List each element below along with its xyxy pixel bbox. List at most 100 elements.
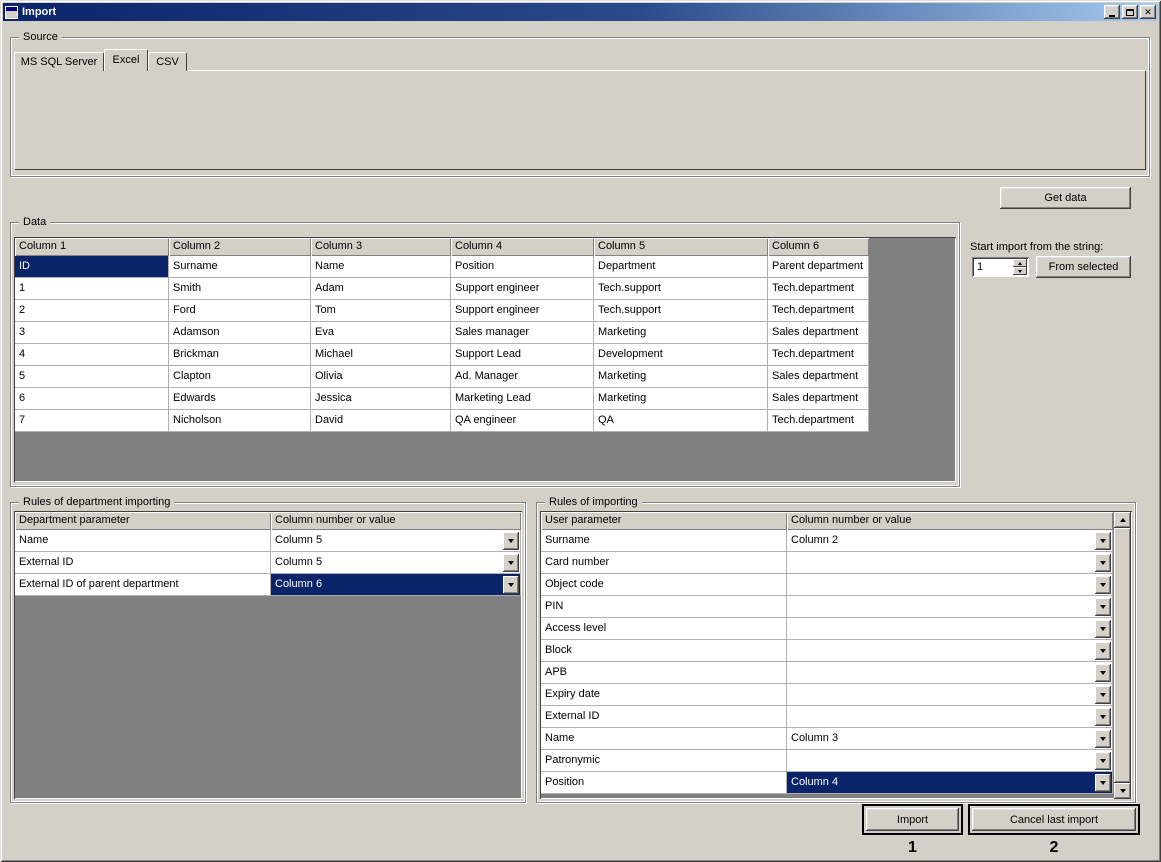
minimize-button[interactable] bbox=[1104, 5, 1120, 19]
rule-value-cell[interactable] bbox=[787, 618, 1113, 640]
table-cell[interactable]: Edwards bbox=[169, 388, 311, 410]
column-header[interactable]: Column 1 bbox=[15, 238, 169, 256]
table-cell[interactable]: David bbox=[311, 410, 451, 432]
table-cell[interactable]: Marketing bbox=[594, 388, 768, 410]
rule-value-cell[interactable] bbox=[787, 552, 1113, 574]
dropdown-button[interactable] bbox=[503, 576, 519, 594]
rule-param-cell[interactable]: Object code bbox=[541, 574, 787, 596]
table-cell[interactable]: Sales department bbox=[768, 322, 869, 344]
column-header[interactable]: Column 5 bbox=[594, 238, 768, 256]
get-data-button[interactable]: Get data bbox=[1000, 187, 1131, 209]
table-cell[interactable]: Development bbox=[594, 344, 768, 366]
rule-param-cell[interactable]: External ID of parent department bbox=[15, 574, 271, 596]
rule-value-cell[interactable] bbox=[787, 684, 1113, 706]
rule-value-cell[interactable] bbox=[787, 596, 1113, 618]
table-cell[interactable]: ID bbox=[15, 256, 169, 278]
table-cell[interactable]: Smith bbox=[169, 278, 311, 300]
dropdown-button[interactable] bbox=[1095, 774, 1111, 792]
table-cell[interactable]: Marketing bbox=[594, 366, 768, 388]
table-cell[interactable]: Michael bbox=[311, 344, 451, 366]
rule-value-cell[interactable]: Column 6 bbox=[271, 574, 521, 596]
column-header[interactable]: Column 3 bbox=[311, 238, 451, 256]
dropdown-button[interactable] bbox=[1095, 686, 1111, 704]
table-cell[interactable]: 7 bbox=[15, 410, 169, 432]
table-cell[interactable]: Adam bbox=[311, 278, 451, 300]
start-row-spinner[interactable]: 1 bbox=[972, 257, 1029, 277]
table-cell[interactable]: Nicholson bbox=[169, 410, 311, 432]
dropdown-button[interactable] bbox=[1095, 664, 1111, 682]
table-cell[interactable]: Marketing Lead bbox=[451, 388, 594, 410]
dropdown-button[interactable] bbox=[503, 554, 519, 572]
rule-param-cell[interactable]: Surname bbox=[541, 530, 787, 552]
table-cell[interactable]: Eva bbox=[311, 322, 451, 344]
rule-param-cell[interactable]: Patronymic bbox=[541, 750, 787, 772]
column-header[interactable]: Column 2 bbox=[169, 238, 311, 256]
titlebar[interactable]: Import ✕ bbox=[3, 3, 1158, 21]
table-cell[interactable]: Olivia bbox=[311, 366, 451, 388]
rule-value-cell[interactable] bbox=[787, 706, 1113, 728]
column-header[interactable]: Department parameter bbox=[15, 512, 271, 530]
spin-down-button[interactable] bbox=[1013, 267, 1027, 275]
dropdown-button[interactable] bbox=[503, 532, 519, 550]
rule-value-cell[interactable] bbox=[787, 662, 1113, 684]
rule-value-cell[interactable] bbox=[787, 640, 1113, 662]
table-cell[interactable]: Sales manager bbox=[451, 322, 594, 344]
table-cell[interactable]: Sales department bbox=[768, 366, 869, 388]
table-cell[interactable]: Ad. Manager bbox=[451, 366, 594, 388]
table-cell[interactable]: Tech.department bbox=[768, 410, 869, 432]
rule-value-cell[interactable]: Column 4 bbox=[787, 772, 1113, 794]
rule-param-cell[interactable]: Expiry date bbox=[541, 684, 787, 706]
table-cell[interactable]: Name bbox=[311, 256, 451, 278]
table-cell[interactable]: 6 bbox=[15, 388, 169, 410]
table-cell[interactable]: 5 bbox=[15, 366, 169, 388]
table-cell[interactable]: Jessica bbox=[311, 388, 451, 410]
dropdown-button[interactable] bbox=[1095, 532, 1111, 550]
scroll-down-button[interactable] bbox=[1114, 783, 1131, 799]
rule-value-cell[interactable]: Column 3 bbox=[787, 728, 1113, 750]
rule-param-cell[interactable]: Card number bbox=[541, 552, 787, 574]
table-cell[interactable]: Support engineer bbox=[451, 278, 594, 300]
dropdown-button[interactable] bbox=[1095, 620, 1111, 638]
rule-value-cell[interactable]: Column 5 bbox=[271, 530, 521, 552]
rule-param-cell[interactable]: External ID bbox=[541, 706, 787, 728]
dropdown-button[interactable] bbox=[1095, 708, 1111, 726]
table-cell[interactable]: Support Lead bbox=[451, 344, 594, 366]
table-cell[interactable]: 4 bbox=[15, 344, 169, 366]
table-cell[interactable]: Department bbox=[594, 256, 768, 278]
maximize-button[interactable] bbox=[1122, 5, 1138, 19]
column-header[interactable]: Column 4 bbox=[451, 238, 594, 256]
dropdown-button[interactable] bbox=[1095, 730, 1111, 748]
table-cell[interactable]: Tom bbox=[311, 300, 451, 322]
table-cell[interactable]: Brickman bbox=[169, 344, 311, 366]
column-header[interactable]: Column 6 bbox=[768, 238, 869, 256]
table-cell[interactable]: 2 bbox=[15, 300, 169, 322]
table-cell[interactable]: Position bbox=[451, 256, 594, 278]
table-cell[interactable]: Clapton bbox=[169, 366, 311, 388]
dropdown-button[interactable] bbox=[1095, 752, 1111, 770]
rule-param-cell[interactable]: External ID bbox=[15, 552, 271, 574]
cancel-last-import-button[interactable]: Cancel last import bbox=[972, 808, 1136, 831]
table-cell[interactable]: Tech.support bbox=[594, 300, 768, 322]
table-cell[interactable]: Support engineer bbox=[451, 300, 594, 322]
table-cell[interactable]: Tech.support bbox=[594, 278, 768, 300]
table-cell[interactable]: Tech.department bbox=[768, 300, 869, 322]
table-cell[interactable]: QA bbox=[594, 410, 768, 432]
scrollbar[interactable] bbox=[1114, 512, 1131, 799]
scroll-up-button[interactable] bbox=[1114, 512, 1131, 528]
close-button[interactable]: ✕ bbox=[1140, 5, 1156, 19]
import-button[interactable]: Import bbox=[866, 808, 959, 831]
table-cell[interactable]: 3 bbox=[15, 322, 169, 344]
from-selected-button[interactable]: From selected bbox=[1036, 256, 1131, 278]
table-cell[interactable]: Tech.department bbox=[768, 278, 869, 300]
rule-value-cell[interactable] bbox=[787, 574, 1113, 596]
table-cell[interactable]: Surname bbox=[169, 256, 311, 278]
spin-up-button[interactable] bbox=[1013, 259, 1027, 267]
rule-param-cell[interactable]: APB bbox=[541, 662, 787, 684]
column-header[interactable]: Column number or value bbox=[787, 512, 1113, 530]
table-cell[interactable]: Marketing bbox=[594, 322, 768, 344]
rule-param-cell[interactable]: Position bbox=[541, 772, 787, 794]
dropdown-button[interactable] bbox=[1095, 598, 1111, 616]
rule-param-cell[interactable]: Block bbox=[541, 640, 787, 662]
table-cell[interactable]: QA engineer bbox=[451, 410, 594, 432]
tab-csv[interactable]: CSV bbox=[148, 52, 187, 71]
